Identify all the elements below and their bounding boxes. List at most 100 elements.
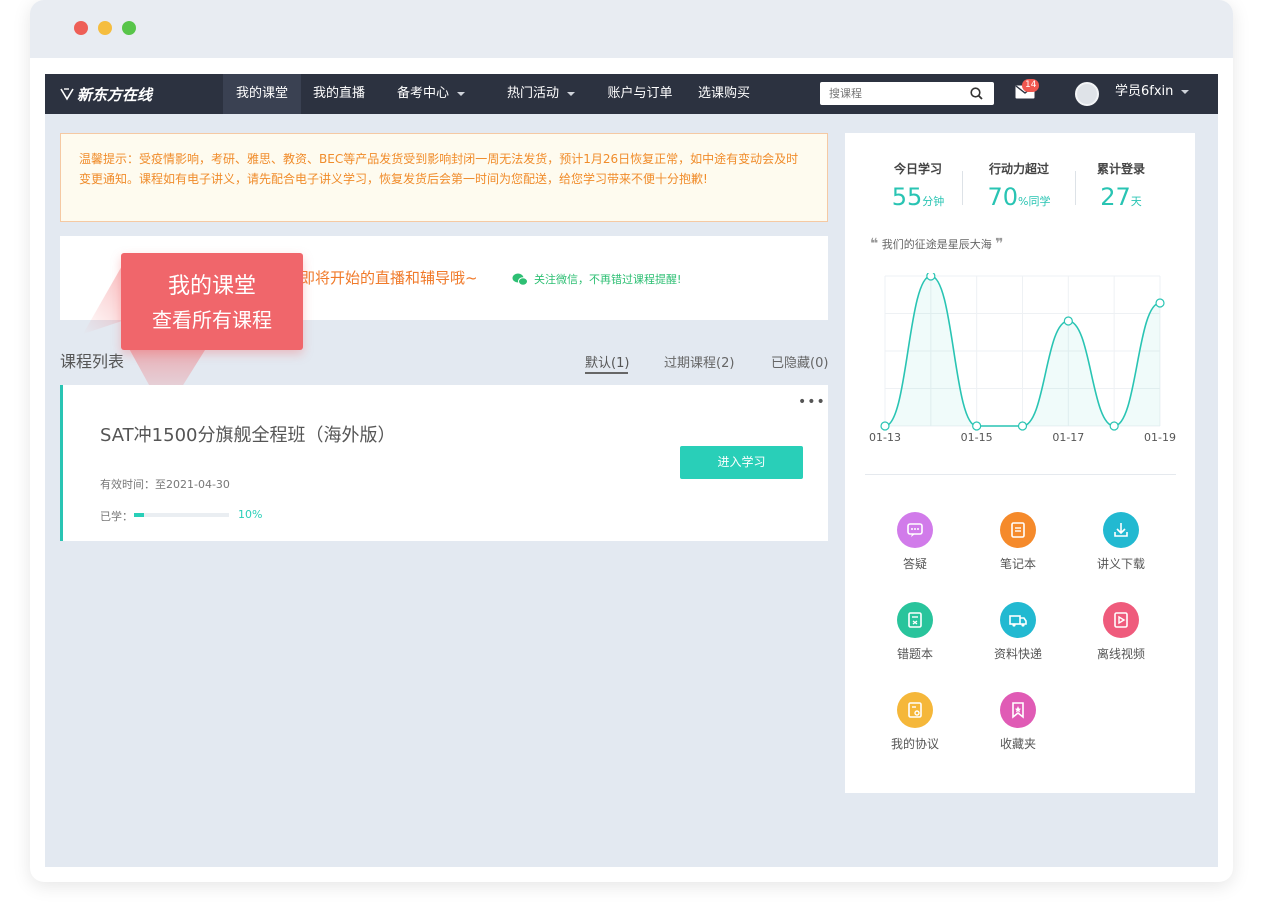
search-icon[interactable] [970, 87, 983, 100]
study-stats-panel: 今日学习 55分钟 行动力超过 70%同学 累计登录 27天 ❝ 我们的征途是星… [845, 133, 1195, 793]
stat-today-value-line: 55分钟 [868, 183, 968, 211]
more-options-button[interactable]: ••• [798, 394, 826, 410]
logo[interactable]: 新东方在线 [59, 83, 152, 105]
panel-separator [865, 474, 1176, 475]
favorites-icon [1000, 692, 1036, 728]
quote-open-icon: ❝ [870, 236, 879, 252]
x-tick-label: 01-15 [961, 431, 993, 443]
nav-exam-center-label: 备考中心 [396, 86, 449, 101]
user-menu[interactable]: 学员6fxin [1115, 74, 1190, 114]
live-reminder-text: 即将开始的直播和辅导哦~ [300, 269, 478, 287]
truck-icon [1000, 602, 1036, 638]
avatar[interactable] [1075, 82, 1099, 106]
motto-text: 我们的征途是星辰大海 [881, 238, 992, 251]
nav-my-live[interactable]: 我的直播 [301, 74, 377, 114]
progress-label: 已学： [100, 510, 133, 523]
progress-percent: 10% [238, 508, 263, 521]
course-title[interactable]: SAT冲1500分旗舰全程班（海外版） [100, 421, 395, 447]
stat-action-value-line: 70%同学 [969, 183, 1069, 211]
stat-today-unit: 分钟 [922, 195, 945, 208]
minimize-dot-icon[interactable] [98, 21, 112, 35]
tool-video[interactable]: 离线视频 [1076, 602, 1166, 662]
download-icon [1103, 512, 1139, 548]
chart-point [972, 421, 982, 431]
stat-login-label: 累计登录 [1096, 162, 1145, 176]
nav-my-classroom[interactable]: 我的课堂 [223, 74, 301, 114]
page-viewport: 新东方在线 我的课堂 我的直播 备考中心 热门活动 账户与订单 选课购买 14 … [45, 74, 1218, 867]
x-tick-label: 01-13 [869, 431, 901, 443]
notice-banner: 温馨提示：受疫情影响，考研、雅思、教资、BEC等产品发货受到影响封闭一周无法发货… [60, 133, 828, 222]
logo-icon [60, 88, 74, 101]
guide-tooltip: 我的课堂 查看所有课程 [121, 253, 303, 350]
tab-hidden[interactable]: 已隐藏(0) [771, 352, 828, 371]
study-time-chart: 01-13 01-15 01-17 01-19 [869, 273, 1176, 443]
quote-close-icon: ❞ [995, 236, 1004, 252]
tool-label: 我的协议 [890, 737, 939, 751]
x-tick-label: 01-19 [1144, 431, 1176, 443]
tool-download[interactable]: 讲义下载 [1076, 512, 1166, 572]
motto: ❝ 我们的征途是星辰大海 ❞ [870, 236, 1003, 252]
tool-mistake-book[interactable]: 错题本 [870, 602, 960, 662]
stat-action-label: 行动力超过 [988, 162, 1049, 176]
search-box [820, 82, 994, 105]
tool-label: 讲义下载 [1096, 557, 1145, 571]
chevron-down-icon [1181, 89, 1190, 94]
tab-expired[interactable]: 过期课程(2) [664, 352, 734, 371]
close-dot-icon[interactable] [74, 21, 88, 35]
tool-label: 答疑 [902, 557, 927, 571]
tooltip-title: 我的课堂 [167, 274, 256, 299]
tool-qa[interactable]: 答疑 [870, 512, 960, 572]
tooltip-subtitle: 查看所有课程 [152, 308, 272, 332]
x-tick-label: 01-17 [1052, 431, 1084, 443]
chart-point [1063, 316, 1073, 326]
tool-truck[interactable]: 资料快递 [973, 602, 1063, 662]
chart-point [926, 273, 936, 281]
stat-login-unit: 天 [1130, 195, 1142, 208]
nav-account-orders[interactable]: 账户与订单 [600, 74, 680, 114]
tool-favorites[interactable]: 收藏夹 [973, 692, 1063, 752]
chart-point [880, 421, 890, 431]
stat-today-label: 今日学习 [893, 162, 942, 176]
chevron-down-icon [567, 91, 575, 96]
mail-badge: 14 [1022, 79, 1040, 92]
tab-default[interactable]: 默认(1) [585, 352, 629, 371]
stat-action: 行动力超过 70%同学 [969, 160, 1069, 211]
stat-action-unit: %同学 [1018, 195, 1051, 208]
valid-until: 有效时间：至2021-04-30 [100, 478, 230, 491]
wechat-follow-text: 关注微信，不再错过课程提醒! [534, 273, 682, 286]
logo-text: 新东方在线 [77, 85, 153, 104]
enter-study-button[interactable]: 进入学习 [680, 446, 803, 479]
tool-notebook[interactable]: 笔记本 [973, 512, 1063, 572]
nav-hot-events[interactable]: 热门活动 [495, 74, 587, 114]
nav-exam-center[interactable]: 备考中心 [385, 74, 477, 114]
tool-agreement[interactable]: 我的协议 [870, 692, 960, 752]
progress-bar [134, 513, 229, 517]
tab-active-indicator [585, 372, 628, 374]
nav-course-purchase[interactable]: 选课购买 [688, 74, 760, 114]
stat-today-value: 55 [891, 183, 923, 211]
chart-point [1109, 421, 1119, 431]
progress-fill [134, 513, 144, 517]
qa-icon [897, 512, 933, 548]
tool-label: 资料快递 [993, 647, 1042, 661]
maximize-dot-icon[interactable] [122, 21, 136, 35]
search-input[interactable] [820, 82, 965, 105]
tool-label: 离线视频 [1096, 647, 1145, 661]
stat-login: 累计登录 27天 [1071, 160, 1171, 211]
stat-divider [962, 171, 963, 205]
notebook-icon [1000, 512, 1036, 548]
wechat-icon [512, 273, 528, 286]
wechat-follow-link[interactable]: 关注微信，不再错过课程提醒! [512, 271, 681, 287]
tool-label: 收藏夹 [999, 737, 1036, 751]
stat-action-value: 70 [987, 183, 1019, 211]
browser-title-bar [30, 0, 1233, 58]
stat-login-value: 27 [1100, 183, 1131, 211]
stat-login-value-line: 27天 [1071, 183, 1171, 211]
video-icon [1103, 602, 1139, 638]
tool-label: 错题本 [896, 647, 933, 661]
chart-point [1155, 298, 1165, 308]
course-card: ••• SAT冲1500分旗舰全程班（海外版） 进入学习 有效时间：至2021-… [60, 385, 828, 541]
username: 学员6fxin [1115, 84, 1174, 99]
top-nav: 新东方在线 我的课堂 我的直播 备考中心 热门活动 账户与订单 选课购买 14 … [45, 74, 1218, 114]
chevron-down-icon [457, 91, 465, 96]
